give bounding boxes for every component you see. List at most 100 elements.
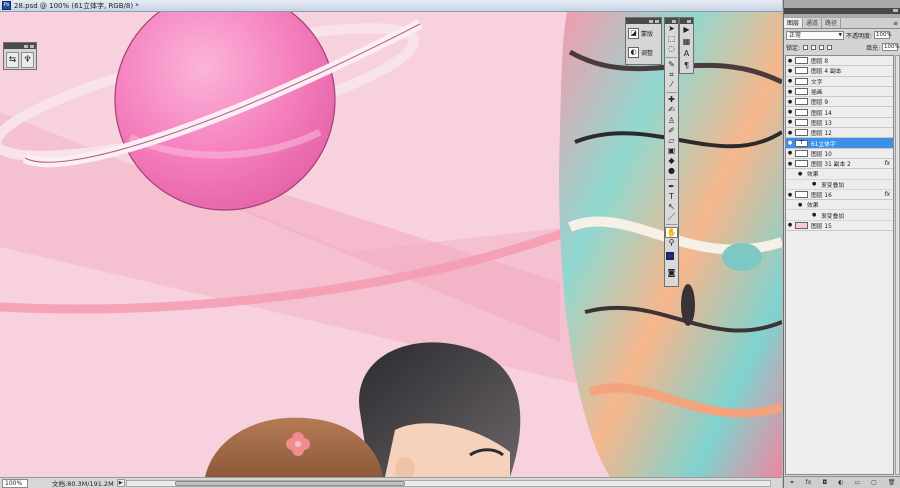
type-tool-icon[interactable]: T [665, 192, 678, 202]
layer-row[interactable]: ● 图层 10 [786, 149, 893, 159]
hand-tool-icon[interactable]: ✋ [665, 227, 678, 238]
eye-icon[interactable]: ● [787, 68, 793, 74]
eye-icon[interactable]: ● [787, 150, 793, 156]
move-tool-icon[interactable]: ➤ [665, 24, 678, 34]
eye-icon[interactable]: ● [787, 130, 793, 136]
panel-menu-icon[interactable]: ≡ [893, 18, 900, 28]
shape-tool-icon[interactable]: ／ [665, 212, 678, 222]
layer-row[interactable]: ● 图层 12 [786, 128, 893, 139]
layer-row[interactable]: ● 图层 13 [786, 118, 893, 129]
adjustment-icon[interactable]: ◐ [838, 479, 843, 486]
eye-icon[interactable]: ● [798, 171, 804, 177]
blur-tool-icon[interactable]: ◆ [665, 156, 678, 166]
fx-icon[interactable]: fx [884, 160, 890, 167]
eye-icon[interactable]: ● [787, 99, 793, 105]
link-icon[interactable]: ⚭ [790, 479, 795, 486]
eye-icon[interactable]: ● [787, 192, 793, 198]
lasso-tool-icon[interactable]: ◌ [665, 44, 678, 54]
horizontal-scrollbar[interactable] [126, 480, 771, 487]
folder-icon[interactable]: ▭ [854, 479, 860, 486]
brush-tool-icon[interactable]: ✍ [665, 105, 678, 115]
layer-row[interactable]: ● 图层 8 [786, 56, 893, 67]
eye-icon[interactable]: ● [812, 181, 818, 187]
healing-tool-icon[interactable]: ✚ [665, 95, 678, 105]
layer-row[interactable]: ● T 61立体字 [786, 138, 893, 149]
eraser-tool-icon[interactable]: ▱ [665, 136, 678, 146]
eye-icon[interactable]: ● [787, 58, 793, 64]
document-titlebar[interactable]: Ps 28.psd @ 100% (61立体字, RGB/8) * [0, 0, 782, 12]
stamp-tool-icon[interactable]: ♙ [665, 116, 678, 126]
layer-row[interactable]: ● 图层 4 副本 [786, 66, 893, 77]
history-panel-icon[interactable]: ▶ [680, 24, 693, 36]
tab-channels[interactable]: 通道 [803, 18, 823, 28]
color-swatches[interactable] [665, 250, 678, 268]
layer-row[interactable]: ● 图层 9 [786, 97, 893, 108]
eye-icon[interactable]: ● [787, 222, 793, 228]
zoom-tool-icon[interactable]: ⚲ [665, 238, 678, 248]
layer-row[interactable]: ● 插画 [786, 87, 893, 98]
fill-field[interactable]: 100% [882, 43, 900, 51]
adjustment-panel-button[interactable]: ◐ 调整 [626, 43, 661, 62]
eye-icon[interactable]: ● [812, 212, 818, 218]
eyedropper-tool-icon[interactable]: ⁄ [665, 80, 678, 90]
eye-icon[interactable]: ● [787, 109, 793, 115]
quick-select-tool-icon[interactable]: ✎ [665, 60, 678, 70]
toolbox: ➤ ⬚ ◌ ✎ ⌗ ⁄ ✚ ✍ ♙ ✐ ▱ ▣ ◆ ● ✒ T ↖ ／ ✋ ⚲ ◙ [664, 17, 679, 287]
trash-icon[interactable]: 🗑 [888, 479, 896, 486]
lock-position-icon[interactable] [819, 44, 825, 50]
new-layer-icon[interactable]: ▢ [871, 479, 877, 486]
layer-name: 图层 15 [811, 223, 832, 230]
blend-mode-select[interactable]: 正常 [786, 30, 844, 40]
lock-pixels-icon[interactable] [811, 44, 817, 50]
mask-panel-button[interactable]: ◪ 蒙版 [626, 24, 661, 43]
status-menu-arrow-icon[interactable]: ▶ [116, 479, 125, 487]
fx-icon[interactable]: fx [806, 479, 812, 486]
layers-footer: ⚭ fx ◘ ◐ ▭ ▢ 🗑 [784, 476, 900, 488]
gradient-tool-icon[interactable]: ▣ [665, 146, 678, 156]
layer-thumbnail [795, 57, 808, 65]
eye-icon[interactable]: ● [787, 78, 793, 84]
mask-icon[interactable]: ◘ [822, 479, 827, 486]
quick-mask-icon[interactable]: ◙ [665, 268, 678, 278]
layer-list-scrollbar[interactable] [895, 55, 900, 475]
zoom-input[interactable]: 100% [2, 478, 28, 488]
tab-layers[interactable]: 图层 [784, 18, 804, 28]
eye-icon[interactable]: ● [787, 89, 793, 95]
eye-icon[interactable]: ● [798, 202, 804, 208]
effect-item[interactable]: ● 渐变叠加 [786, 210, 893, 221]
effect-name: 渐变叠加 [821, 182, 845, 189]
effects-group[interactable]: ● 效果 [786, 169, 893, 180]
eye-icon[interactable]: ● [787, 140, 793, 146]
eye-icon[interactable]: ● [787, 119, 793, 125]
document-size[interactable]: 文档:80.3M/191.2M [52, 478, 114, 488]
fx-icon[interactable]: fx [884, 191, 890, 198]
foreground-color-swatch[interactable] [666, 251, 674, 260]
eye-icon[interactable]: ● [787, 161, 793, 167]
opacity-field[interactable]: 100% [874, 31, 892, 39]
history-brush-icon[interactable]: ✐ [665, 126, 678, 136]
effects-group[interactable]: ● 效果 [786, 200, 893, 211]
layer-row[interactable]: ● 文字 [786, 77, 893, 87]
crop-tool-icon[interactable]: ⌗ [665, 70, 678, 80]
swatches-panel-icon[interactable]: ▦ [680, 36, 693, 48]
dodge-tool-icon[interactable]: ● [665, 166, 678, 176]
bug-icon[interactable]: ♆ [21, 52, 34, 68]
layer-row[interactable]: ● 图层 31 副本 2 fx [786, 159, 893, 170]
scrollbar-thumb[interactable] [175, 481, 405, 486]
layer-list[interactable]: ● 图层 8 ● 图层 4 副本 ● 文字 ● 插画 ● 图层 9 ● 图层 14 ● 图层 13 ● 图层 … [785, 55, 894, 475]
dock-collapse-bar[interactable] [784, 8, 900, 14]
pen-tool-icon[interactable]: ✒ [665, 182, 678, 192]
layer-row[interactable]: ● 图层 16 fx [786, 190, 893, 201]
lock-all-icon[interactable] [827, 44, 833, 50]
path-select-tool-icon[interactable]: ↖ [665, 202, 678, 212]
marquee-tool-icon[interactable]: ⬚ [665, 34, 678, 44]
paragraph-panel-icon[interactable]: ¶ [680, 60, 693, 72]
character-panel-icon[interactable]: A [680, 48, 693, 60]
layer-row[interactable]: ● 图层 15 [786, 221, 893, 232]
effect-item[interactable]: ● 渐变叠加 [786, 180, 893, 190]
layer-row[interactable]: ● 图层 14 [786, 107, 893, 118]
lock-transparent-icon[interactable] [803, 44, 809, 50]
tab-paths[interactable]: 路径 [822, 18, 842, 28]
scale-icon[interactable]: ⇆ [6, 52, 19, 68]
layers-tabbar: 图层 通道 路径 ≡ [784, 18, 900, 29]
